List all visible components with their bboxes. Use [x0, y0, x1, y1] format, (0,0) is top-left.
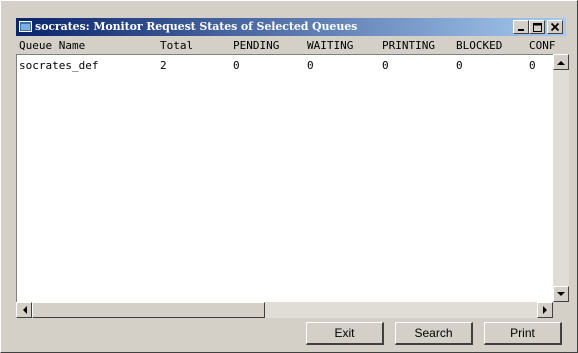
scroll-down-arrow-icon [557, 291, 565, 296]
column-header-waiting[interactable]: WAITING [307, 39, 353, 53]
column-header-queue-name[interactable]: Queue Name [19, 39, 85, 53]
cell-waiting: 0 [307, 59, 314, 72]
print-button[interactable]: Print [484, 322, 562, 345]
scroll-right-button[interactable] [537, 302, 553, 318]
cell-total: 2 [160, 59, 167, 72]
table-row[interactable]: socrates_def 2 0 0 0 0 0 [17, 55, 553, 75]
scroll-down-button[interactable] [553, 286, 569, 302]
column-header-total[interactable]: Total [160, 39, 193, 53]
minimize-button[interactable] [513, 20, 529, 34]
close-icon [551, 23, 559, 31]
maximize-icon [532, 22, 542, 32]
cell-printing: 0 [382, 59, 389, 72]
column-header-blocked[interactable]: BLOCKED [456, 39, 502, 53]
column-header-pending[interactable]: PENDING [233, 39, 279, 53]
minimize-icon [518, 29, 524, 31]
vertical-scrollbar[interactable] [553, 54, 569, 302]
close-button[interactable] [547, 20, 563, 34]
window-title: socrates: Monitor Request States of Sele… [35, 20, 358, 33]
scroll-left-button[interactable] [16, 302, 32, 318]
queue-list[interactable]: socrates_def 2 0 0 0 0 0 [16, 54, 566, 316]
monitor-window: socrates: Monitor Request States of Sele… [0, 0, 578, 353]
scroll-up-button[interactable] [553, 54, 569, 70]
cell-conf: 0 [529, 59, 536, 72]
search-button[interactable]: Search [395, 322, 473, 345]
horizontal-scroll-thumb[interactable] [32, 302, 265, 318]
horizontal-scrollbar[interactable] [16, 302, 553, 318]
exit-button[interactable]: Exit [306, 322, 384, 345]
scroll-up-arrow-icon [557, 60, 565, 65]
column-header-printing[interactable]: PRINTING [382, 39, 435, 53]
cell-queue-name: socrates_def [19, 59, 99, 72]
cell-blocked: 0 [456, 59, 463, 72]
scrollbar-corner [553, 302, 569, 318]
scroll-left-arrow-icon [22, 306, 27, 314]
app-window-icon [19, 21, 32, 32]
cell-pending: 0 [233, 59, 240, 72]
maximize-button[interactable] [529, 20, 545, 34]
scroll-right-arrow-icon [542, 306, 547, 314]
column-header-conf[interactable]: CONF [529, 39, 556, 53]
title-bar[interactable]: socrates: Monitor Request States of Sele… [16, 18, 566, 36]
